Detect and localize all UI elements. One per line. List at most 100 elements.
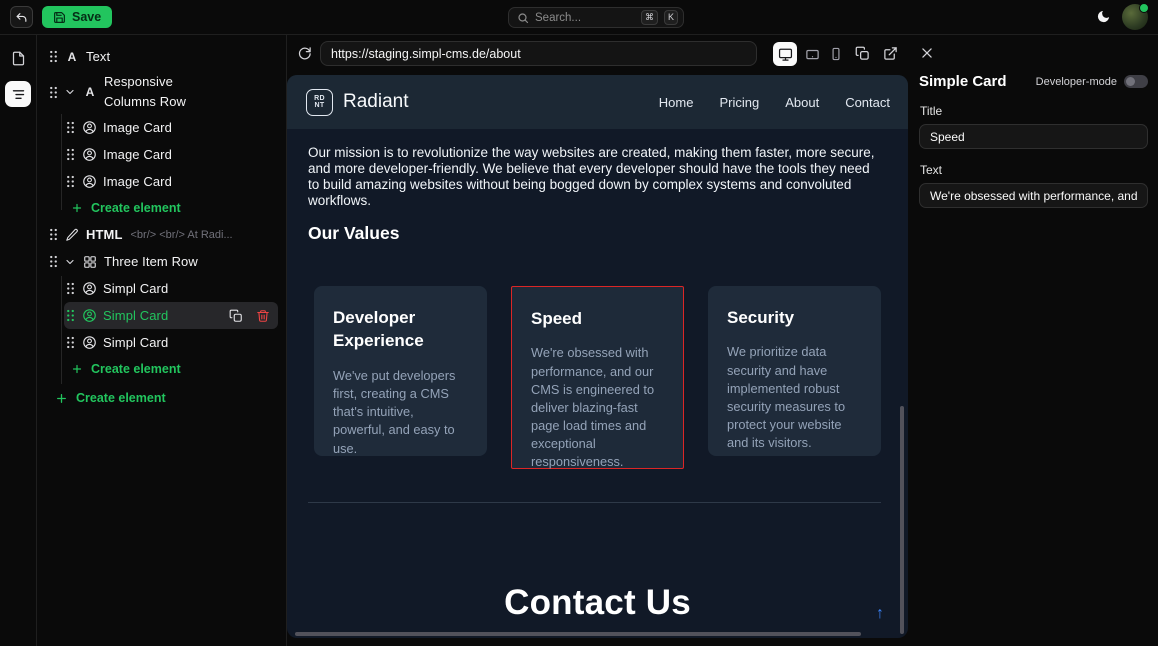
tree-item-text[interactable]: A Text	[47, 43, 278, 70]
tree-item-actions	[229, 309, 274, 323]
row-element-icon: A	[82, 85, 98, 99]
tree-item-image-card[interactable]: Image Card	[64, 168, 278, 195]
layers-list-icon	[11, 87, 26, 102]
drag-handle-icon[interactable]	[66, 121, 75, 134]
scroll-to-top-icon[interactable]: ↑	[876, 605, 884, 623]
tree-item-html[interactable]: HTML <br/> <br/> At Radi...	[47, 221, 278, 248]
grid-icon	[82, 255, 98, 269]
drag-handle-icon[interactable]	[66, 175, 75, 188]
undo-button[interactable]	[10, 6, 33, 28]
open-external-icon[interactable]	[883, 46, 898, 61]
drag-handle-icon[interactable]	[66, 148, 75, 161]
drag-handle-icon[interactable]	[66, 309, 75, 322]
create-element-button[interactable]: Create element	[71, 195, 286, 221]
tree-item-label: Three Item Row	[104, 254, 198, 269]
dark-mode-toggle-icon[interactable]	[1096, 9, 1111, 24]
title-field-input[interactable]	[919, 124, 1148, 149]
user-avatar[interactable]	[1122, 4, 1148, 30]
logo-text-bottom: NT	[315, 102, 325, 109]
delete-element-button[interactable]	[256, 309, 270, 323]
tree-item-simpl-card[interactable]: Simpl Card	[64, 329, 278, 356]
chevron-down-icon[interactable]	[64, 86, 76, 98]
vertical-scrollbar[interactable]	[900, 406, 904, 634]
undo-icon	[15, 11, 28, 24]
create-element-label: Create element	[91, 362, 181, 376]
shortcut-k-key: K	[664, 10, 678, 25]
user-circle-icon	[81, 335, 97, 350]
tree-item-simpl-card-selected[interactable]: Simpl Card	[64, 302, 278, 329]
tree-item-simpl-card[interactable]: Simpl Card	[64, 275, 278, 302]
site-brand: Radiant	[343, 91, 409, 113]
left-icon-rail	[0, 35, 37, 646]
text-element-icon: A	[64, 50, 80, 64]
user-circle-icon	[81, 174, 97, 189]
create-element-label: Create element	[76, 391, 166, 405]
url-input[interactable]	[320, 41, 757, 66]
tree-guide-line	[61, 276, 62, 384]
drag-handle-icon[interactable]	[49, 86, 58, 99]
drag-handle-icon[interactable]	[66, 282, 75, 295]
tree-item-responsive-columns-row[interactable]: A Responsive Columns Row	[47, 70, 278, 114]
shortcut-cmd-key: ⌘	[641, 10, 658, 25]
nav-link-contact[interactable]: Contact	[845, 95, 890, 110]
save-button[interactable]: Save	[42, 6, 112, 28]
drag-handle-icon[interactable]	[49, 228, 58, 241]
mobile-view-button[interactable]	[824, 42, 848, 66]
tablet-view-button[interactable]	[800, 42, 824, 66]
value-card-developer-experience[interactable]: Developer Experience We've put developer…	[314, 286, 487, 456]
tree-item-label: Text	[86, 49, 110, 64]
user-circle-icon	[81, 308, 97, 323]
developer-mode-control: Developer-mode	[1036, 75, 1148, 88]
value-card-security[interactable]: Security We prioritize data security and…	[708, 286, 881, 456]
chevron-down-icon[interactable]	[64, 256, 76, 268]
refresh-icon[interactable]	[297, 46, 312, 61]
value-card-speed-selected[interactable]: Speed We're obsessed with performance, a…	[511, 286, 684, 469]
tree-item-three-item-row[interactable]: Three Item Row	[47, 248, 278, 275]
inspector-panel: Simple Card Developer-mode Title Text	[908, 35, 1158, 646]
plus-icon	[71, 363, 83, 375]
nav-link-home[interactable]: Home	[659, 95, 694, 110]
top-bar: Save ⌘ K	[0, 0, 1158, 35]
drag-handle-icon[interactable]	[49, 255, 58, 268]
site-header: RD NT Radiant Home Pricing About Contact	[287, 75, 908, 129]
logo-text-top: RD	[314, 95, 325, 102]
text-field-input[interactable]	[919, 183, 1148, 208]
copy-url-icon[interactable]	[855, 46, 870, 61]
drag-handle-icon[interactable]	[49, 50, 58, 63]
global-search[interactable]: ⌘ K	[508, 7, 684, 28]
save-button-label: Save	[72, 10, 101, 24]
element-tree-panel: A Text A Responsive Columns Row Image Ca…	[37, 35, 287, 646]
plus-icon	[55, 392, 68, 405]
pages-tab-button[interactable]	[5, 45, 31, 71]
monitor-icon	[778, 47, 793, 62]
nav-link-about[interactable]: About	[785, 95, 819, 110]
tree-item-label: Simpl Card	[103, 308, 168, 323]
user-circle-icon	[81, 120, 97, 135]
duplicate-element-button[interactable]	[229, 309, 243, 323]
site-nav: Home Pricing About Contact	[659, 95, 890, 110]
section-divider	[308, 502, 881, 503]
close-icon[interactable]	[920, 46, 934, 60]
tree-item-image-card[interactable]: Image Card	[64, 114, 278, 141]
create-element-button-root[interactable]: Create element	[55, 385, 286, 411]
search-input[interactable]	[535, 12, 635, 24]
drag-handle-icon[interactable]	[66, 336, 75, 349]
tree-item-image-card[interactable]: Image Card	[64, 141, 278, 168]
nav-link-pricing[interactable]: Pricing	[719, 95, 759, 110]
card-text: We're obsessed with performance, and our…	[531, 344, 664, 471]
developer-mode-toggle[interactable]	[1124, 75, 1148, 88]
preview-toolbar	[287, 35, 908, 73]
tablet-icon	[805, 47, 820, 62]
mission-paragraph: Our mission is to revolutionize the way …	[308, 145, 880, 209]
search-icon	[517, 12, 529, 24]
radiant-logo-icon: RD NT	[306, 89, 333, 116]
html-snippet-preview: <br/> <br/> At Radi...	[131, 229, 233, 241]
card-text: We've put developers first, creating a C…	[333, 367, 468, 458]
layers-tab-button[interactable]	[5, 81, 31, 107]
create-element-button[interactable]: Create element	[71, 356, 286, 382]
desktop-view-button[interactable]	[773, 42, 797, 66]
cms-editor-window: Save ⌘ K A Text A Respo	[0, 0, 1158, 646]
smartphone-icon	[829, 47, 843, 61]
horizontal-scrollbar[interactable]	[295, 632, 861, 636]
tree-item-label: Image Card	[103, 174, 172, 189]
